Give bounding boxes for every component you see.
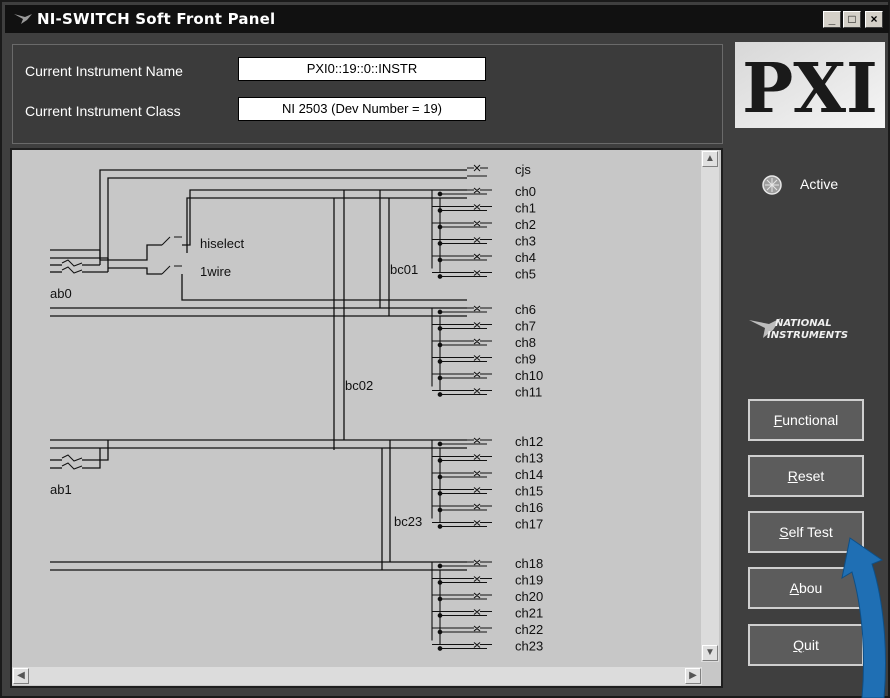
- pxi-logo: PXI: [735, 42, 885, 128]
- vertical-scrollbar[interactable]: ▲ ▼: [701, 150, 719, 662]
- channel-label-ch2: ch2: [515, 217, 536, 232]
- junction-dot: [437, 392, 443, 397]
- about-accel: A: [789, 580, 799, 596]
- reset-button[interactable]: Reset: [748, 455, 864, 497]
- about-label: bou: [798, 580, 823, 596]
- functional-accel: F: [773, 412, 783, 428]
- junction-dot: [437, 342, 443, 348]
- ni-eagle-icon: [14, 14, 32, 24]
- channel-label-ch10: ch10: [515, 368, 543, 383]
- channel-label-ch17: ch17: [515, 517, 543, 532]
- reset-accel: R: [787, 468, 798, 484]
- channel-label-ch1: ch1: [515, 201, 536, 216]
- maximize-button[interactable]: □: [843, 11, 861, 28]
- channel-label-ch16: ch16: [515, 500, 543, 515]
- junction-dot: [437, 613, 443, 618]
- channel-label-ch14: ch14: [515, 467, 543, 482]
- title-bar[interactable]: NI-SWITCH Soft Front Panel _ □ ×: [5, 5, 889, 33]
- channel-label-ch8: ch8: [515, 335, 536, 350]
- self-test-accel: S: [779, 524, 789, 540]
- junction-dot: [437, 309, 443, 315]
- switch-schematic: ch0 ch1ch2 ch3ch4 ch5 ch6 ch7ch8 ch9ch10 ch11 ch…: [50, 162, 543, 654]
- channel-label-ch13: ch13: [515, 451, 543, 466]
- channel-label-ch4: ch4: [515, 250, 536, 265]
- junction-dot: [437, 563, 443, 569]
- lower-bus-wires: [50, 439, 467, 571]
- hiselect-label: hiselect: [200, 236, 244, 251]
- junction-dot: [437, 375, 443, 381]
- ni-logo-line2: INSTRUMENTS: [767, 330, 848, 341]
- junction-dot: [437, 257, 443, 263]
- scroll-down-button[interactable]: ▼: [702, 645, 718, 661]
- active-status-label: Active: [800, 176, 839, 192]
- channel-label-ch9: ch9: [515, 352, 536, 367]
- junction-dot: [437, 359, 443, 364]
- channel-label-ch20: ch20: [515, 589, 543, 604]
- junction-dot: [437, 191, 443, 197]
- quit-accel: Q: [793, 637, 805, 653]
- ab1-label: ab1: [50, 482, 72, 497]
- junction-dot: [437, 208, 443, 213]
- junction-dot: [437, 580, 443, 585]
- soft-front-panel-window: NI-SWITCH Soft Front Panel _ □ × Current…: [0, 0, 890, 698]
- channel-label-ch22: ch22: [515, 622, 543, 637]
- channel-label-ch12: ch12: [515, 434, 543, 449]
- scroll-left-button[interactable]: ◀: [13, 668, 29, 684]
- national-instruments-logo: NATIONAL INSTRUMENTS: [749, 318, 848, 341]
- channel-label-ch19: ch19: [515, 573, 543, 588]
- minimize-button[interactable]: _: [823, 11, 841, 28]
- junction-dot: [437, 491, 443, 496]
- schematic-wires: [50, 169, 467, 450]
- bc23-label: bc23: [394, 514, 422, 529]
- channel-label-ch3: ch3: [515, 234, 536, 249]
- functional-button[interactable]: Functional: [748, 399, 864, 441]
- junction-dot: [437, 629, 443, 635]
- channel-label-ch15: ch15: [515, 484, 543, 499]
- active-led-icon: [762, 175, 782, 195]
- ab0-label: ab0: [50, 286, 72, 301]
- channel-label-ch21: ch21: [515, 606, 543, 621]
- window-title: NI-SWITCH Soft Front Panel: [37, 10, 276, 28]
- scroll-right-button[interactable]: ▶: [685, 668, 701, 684]
- junction-dot: [437, 224, 443, 230]
- channel-label-ch7: ch7: [515, 319, 536, 334]
- instrument-class-label: Current Instrument Class: [25, 103, 181, 119]
- channel-labels: ch0 ch1ch2 ch3ch4 ch5 ch6 ch7ch8 ch9ch10 ch11 ch…: [515, 184, 543, 654]
- junction-dot: [437, 524, 443, 529]
- junction-dot: [437, 274, 443, 279]
- cjs-label: cjs: [515, 162, 531, 177]
- close-button[interactable]: ×: [865, 11, 883, 28]
- channel-label-ch5: ch5: [515, 267, 536, 282]
- scroll-up-button[interactable]: ▲: [702, 151, 718, 167]
- channel-label-ch0: ch0: [515, 184, 536, 199]
- instrument-name-label: Current Instrument Name: [25, 63, 183, 79]
- onewire-label: 1wire: [200, 264, 231, 279]
- instrument-info-panel: Current Instrument Name PXI0::19::0::INS…: [12, 44, 723, 144]
- channel-label-ch11: ch11: [515, 385, 542, 400]
- pointer-arrow-icon: [841, 537, 886, 698]
- junction-dot: [437, 596, 443, 602]
- channel-label-ch6: ch6: [515, 302, 536, 317]
- instrument-class-field[interactable]: NI 2503 (Dev Number = 19): [238, 97, 486, 121]
- bc02-label: bc02: [345, 378, 373, 393]
- pxi-logo-text: PXI: [742, 49, 878, 128]
- instrument-name-field[interactable]: PXI0::19::0::INSTR: [238, 57, 486, 81]
- ni-logo-line1: NATIONAL: [775, 318, 832, 329]
- junction-dot: [437, 441, 443, 447]
- bc01-label: bc01: [390, 262, 418, 277]
- channel-label-ch23: ch23: [515, 639, 543, 654]
- quit-label: uit: [804, 637, 819, 653]
- reset-label: eset: [797, 468, 825, 484]
- junction-dot: [437, 507, 443, 513]
- junction-dot: [437, 646, 443, 651]
- junction-dot: [437, 458, 443, 463]
- channel-lines: [431, 187, 492, 651]
- junction-dot: [437, 474, 443, 480]
- functional-label: unctional: [782, 412, 839, 428]
- switch-symbols: [61, 164, 488, 470]
- junction-dot: [437, 326, 443, 331]
- junction-dot: [437, 241, 443, 246]
- horizontal-scrollbar[interactable]: ◀ ▶: [12, 667, 702, 685]
- channel-label-ch18: ch18: [515, 556, 543, 571]
